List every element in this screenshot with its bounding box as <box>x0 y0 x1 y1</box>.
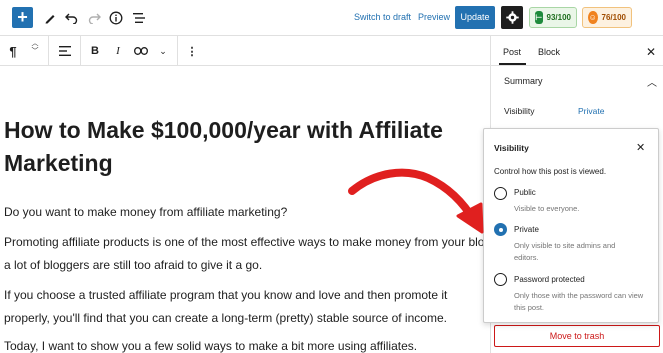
tab-post[interactable]: Post <box>503 47 521 57</box>
move-to-trash-button[interactable]: Move to trash <box>494 325 660 347</box>
toolbar-divider <box>48 36 49 66</box>
update-button[interactable]: Update <box>455 6 495 29</box>
block-toolbar: ¶ ︿ ﹀ B I ⌄ ⋮ <box>0 36 490 66</box>
editor-window: + Switch to draft Preview Update ⊢ 93/10… <box>0 0 663 353</box>
radio-password-protected[interactable] <box>494 273 507 286</box>
preview-link[interactable]: Preview <box>418 12 450 22</box>
top-toolbar: + Switch to draft Preview Update ⊢ 93/10… <box>0 0 663 36</box>
summary-panel-title[interactable]: Summary <box>504 76 543 86</box>
paragraph-block[interactable]: Promoting affiliate products is one of t… <box>4 231 490 277</box>
redo-icon[interactable] <box>85 9 103 27</box>
popover-title: Visibility <box>494 143 529 153</box>
seo-score-value: 93/100 <box>546 13 571 22</box>
undo-icon[interactable] <box>62 9 80 27</box>
visibility-toggle[interactable]: Private <box>578 106 604 116</box>
paragraph-block[interactable]: If you choose a trusted affiliate progra… <box>4 284 484 330</box>
close-popover-icon[interactable]: ✕ <box>636 141 645 154</box>
paragraph-block[interactable]: Do you want to make money from affiliate… <box>4 201 490 224</box>
settings-button[interactable] <box>501 6 523 29</box>
tab-block[interactable]: Block <box>538 47 560 57</box>
option-help: Visible to everyone. <box>514 204 580 213</box>
sidebar-divider <box>491 65 663 66</box>
align-icon[interactable] <box>57 43 73 59</box>
options-kebab-icon[interactable]: ⋮ <box>186 43 198 59</box>
list-view-icon[interactable] <box>130 9 148 27</box>
move-block-icon[interactable]: ︿ ﹀ <box>28 40 42 56</box>
visibility-popover: Visibility ✕ Control how this post is vi… <box>483 128 659 323</box>
italic-icon[interactable]: I <box>112 43 124 59</box>
option-help: Only those with the password can view th… <box>514 291 644 312</box>
details-info-icon[interactable] <box>107 9 125 27</box>
radio-private[interactable] <box>494 223 507 236</box>
link-icon[interactable] <box>133 43 149 59</box>
visibility-label: Visibility <box>504 106 535 116</box>
add-block-button[interactable]: + <box>12 7 33 28</box>
toolbar-divider <box>177 36 178 66</box>
option-label[interactable]: Private <box>514 225 539 234</box>
chevron-up-icon[interactable]: ︿ <box>647 74 657 89</box>
option-label[interactable]: Public <box>514 188 536 197</box>
paragraph-icon[interactable]: ¶ <box>6 43 20 59</box>
readability-icon: ☺ <box>588 11 598 24</box>
close-sidebar-icon[interactable]: ✕ <box>646 45 656 59</box>
switch-to-draft-link[interactable]: Switch to draft <box>354 12 411 22</box>
post-title[interactable]: How to Make $100,000/year with Affiliate… <box>4 114 484 180</box>
more-formats-chevron-icon[interactable]: ⌄ <box>156 43 170 59</box>
seo-score-badge[interactable]: ⊢ 93/100 <box>529 7 577 28</box>
seo-plugin-icon: ⊢ <box>535 11 543 24</box>
post-content: How to Make $100,000/year with Affiliate… <box>0 66 490 353</box>
popover-description: Control how this post is viewed. <box>494 167 607 176</box>
radio-public[interactable] <box>494 187 507 200</box>
readability-score-value: 76/100 <box>601 13 626 22</box>
edit-tools-icon[interactable] <box>41 9 59 27</box>
option-help: Only visible to site admins and editors. <box>514 241 616 262</box>
option-label[interactable]: Password protected <box>514 275 585 284</box>
toolbar-divider <box>80 36 81 66</box>
bold-icon[interactable]: B <box>89 43 101 59</box>
paragraph-block[interactable]: Today, I want to show you a few solid wa… <box>4 335 490 353</box>
readability-score-badge[interactable]: ☺ 76/100 <box>582 7 632 28</box>
gear-icon <box>505 11 519 24</box>
